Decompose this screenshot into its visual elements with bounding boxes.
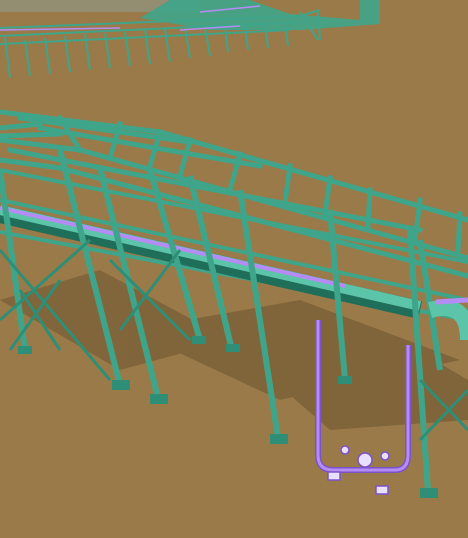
3d-viewport[interactable] xyxy=(0,0,468,538)
pipe-rack-scene[interactable] xyxy=(0,0,468,538)
